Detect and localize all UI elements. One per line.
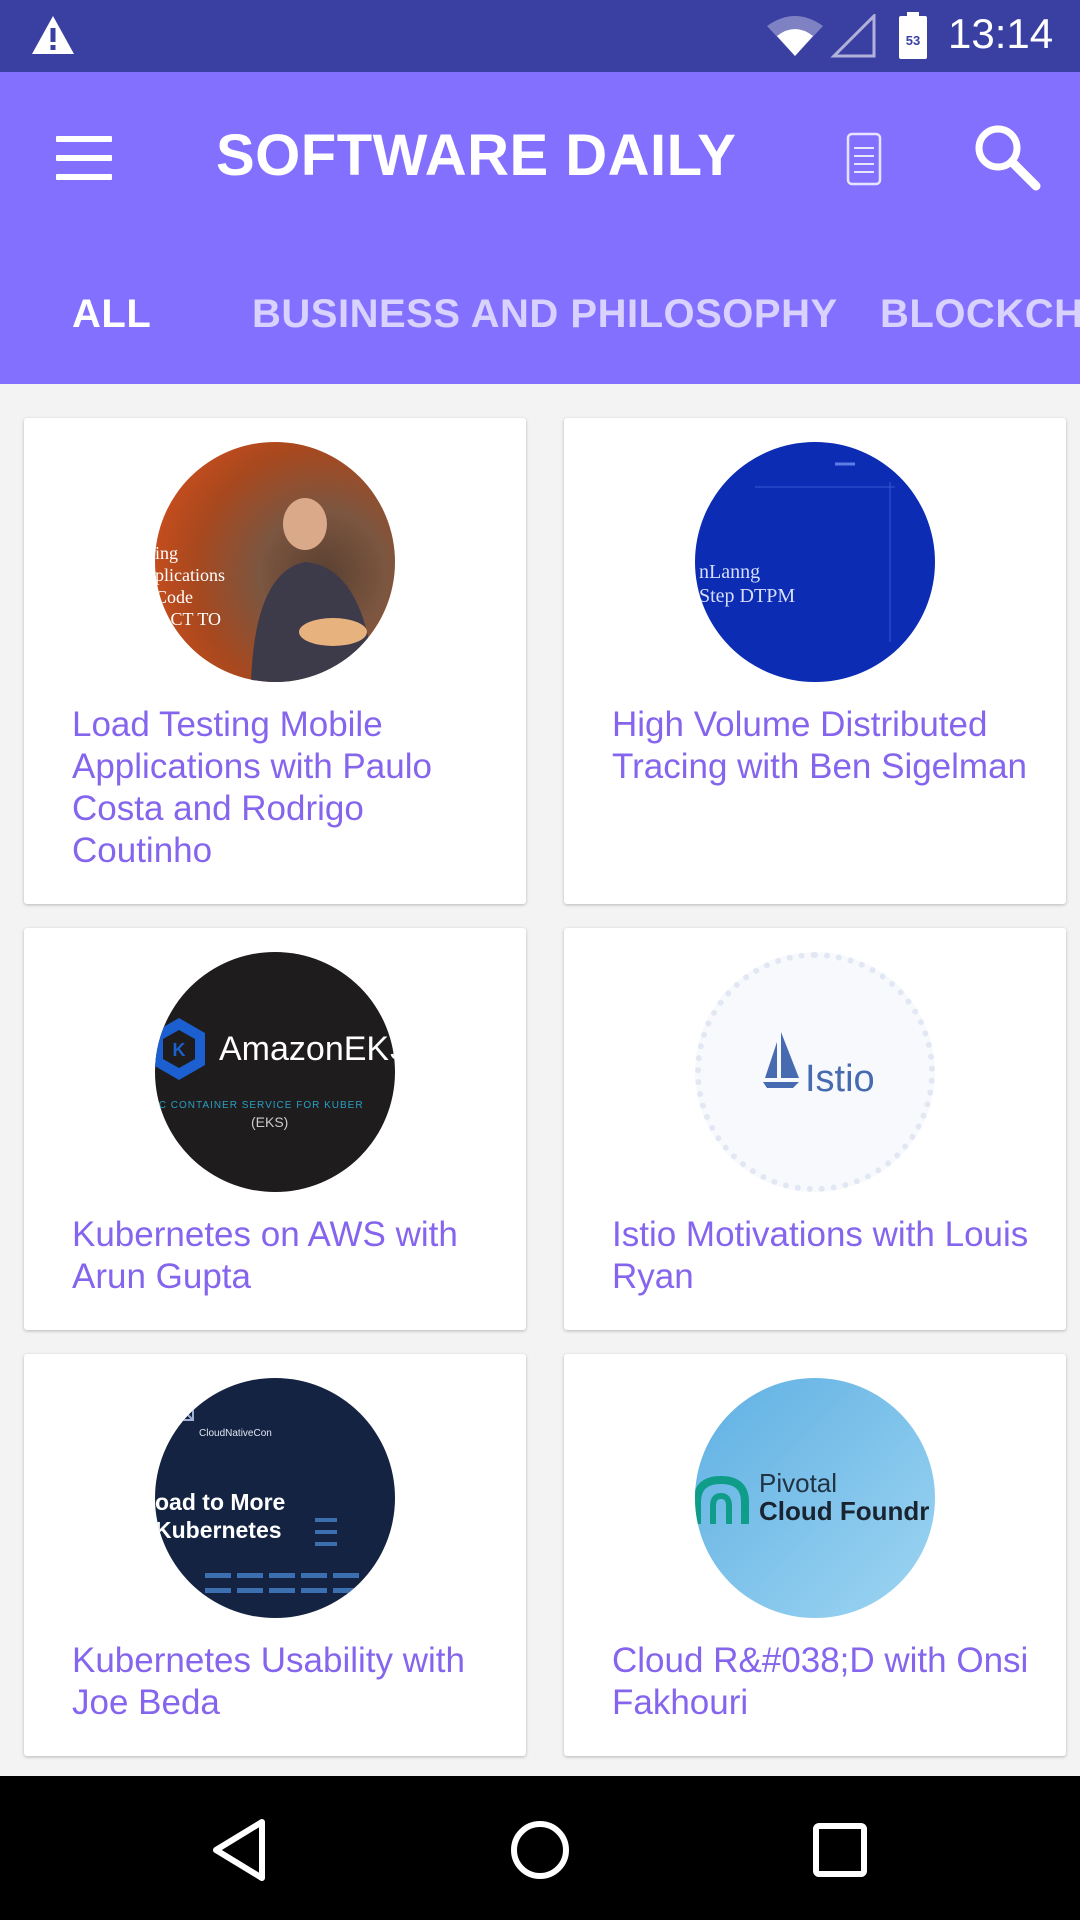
tab-all[interactable]: ALL	[72, 292, 151, 337]
thumbnail-text: oad to More Kubernetes	[155, 1489, 286, 1543]
notes-icon[interactable]	[838, 130, 890, 190]
clock: 13:14	[948, 10, 1054, 57]
episode-grid: ing plications Code E CT TO Load Testing…	[0, 384, 1080, 1776]
category-tabs: ALL BUSINESS AND PHILOSOPHY BLOCKCHA	[0, 272, 1080, 384]
eks-logo-icon: K	[155, 1018, 205, 1080]
recents-icon[interactable]	[800, 1810, 880, 1890]
episode-card[interactable]: K AmazonEKS IC CONTAINER SERVICE FOR KUB…	[24, 928, 526, 1330]
thumbnail-text: nLanng Step DTPM	[699, 561, 796, 607]
tab-blockchain[interactable]: BLOCKCHA	[880, 292, 1080, 337]
search-icon[interactable]	[968, 118, 1044, 194]
status-bar: 53 13:14	[0, 0, 1080, 72]
thumbnail-brand: Cloud Foundr	[759, 1496, 930, 1526]
episode-card[interactable]: Pivotal Cloud Foundr Cloud R&#038;D with…	[564, 1354, 1066, 1756]
episode-card[interactable]: nLanng Step DTPM High Volume Distributed…	[564, 418, 1066, 904]
episode-title: High Volume Distributed Tracing with Ben…	[612, 705, 1028, 786]
app-title: SOFTWARE DAILY	[216, 123, 737, 188]
episode-thumbnail: Istio	[695, 952, 935, 1192]
battery-icon: 53	[899, 12, 927, 59]
navigation-bar	[0, 1776, 1080, 1920]
app-bar: SOFTWARE DAILY ALL BUSINESS AND PHILOSOP…	[0, 72, 1080, 384]
episode-thumbnail: nLanng Step DTPM	[695, 442, 935, 682]
episode-thumbnail: Pivotal Cloud Foundr	[695, 1378, 935, 1618]
battery-level: 53	[906, 33, 920, 48]
episode-card[interactable]: CloudNativeCon oad to More Kubernetes Ku…	[24, 1354, 526, 1756]
istio-sail-icon	[763, 1032, 799, 1088]
episode-card[interactable]: ing plications Code E CT TO Load Testing…	[24, 418, 526, 904]
episode-thumbnail: K AmazonEKS IC CONTAINER SERVICE FOR KUB…	[155, 952, 395, 1192]
back-icon[interactable]	[200, 1810, 280, 1890]
wifi-icon	[767, 16, 823, 56]
warning-icon	[32, 16, 74, 54]
cloud-foundry-logo-icon	[695, 1475, 749, 1524]
cell-signal-icon	[830, 14, 876, 58]
menu-button[interactable]	[48, 126, 120, 190]
svg-text:K: K	[173, 1040, 186, 1060]
thumbnail-brand: AmazonEKS	[219, 1030, 395, 1068]
menu-icon-line	[56, 155, 112, 161]
episode-card[interactable]: Istio Istio Motivations with Louis Ryan	[564, 928, 1066, 1330]
thumbnail-brand: Pivotal	[759, 1468, 838, 1498]
episode-thumbnail: CloudNativeCon oad to More Kubernetes	[155, 1378, 395, 1618]
menu-icon	[56, 136, 112, 142]
episode-title: Cloud R&#038;D with Onsi Fakhouri	[612, 1641, 1029, 1722]
episode-title: Kubernetes Usability with Joe Beda	[72, 1641, 465, 1722]
menu-icon-line	[56, 174, 112, 180]
thumbnail-subtext: (EKS)	[251, 1114, 289, 1130]
episode-title: Istio Motivations with Louis Ryan	[612, 1215, 1029, 1296]
episode-title: Load Testing Mobile Applications with Pa…	[72, 705, 432, 870]
thumbnail-brand: Istio	[805, 1058, 875, 1100]
home-icon[interactable]	[500, 1810, 580, 1890]
thumbnail-subtext: CloudNativeCon	[199, 1428, 272, 1439]
episode-thumbnail: ing plications Code E CT TO	[155, 442, 395, 682]
episode-title: Kubernetes on AWS with Arun Gupta	[72, 1215, 458, 1296]
speaker-figure	[251, 498, 375, 682]
tab-business-and-philosophy[interactable]: BUSINESS AND PHILOSOPHY	[252, 292, 838, 337]
thumbnail-subtext: IC CONTAINER SERVICE FOR KUBER	[155, 1100, 364, 1111]
